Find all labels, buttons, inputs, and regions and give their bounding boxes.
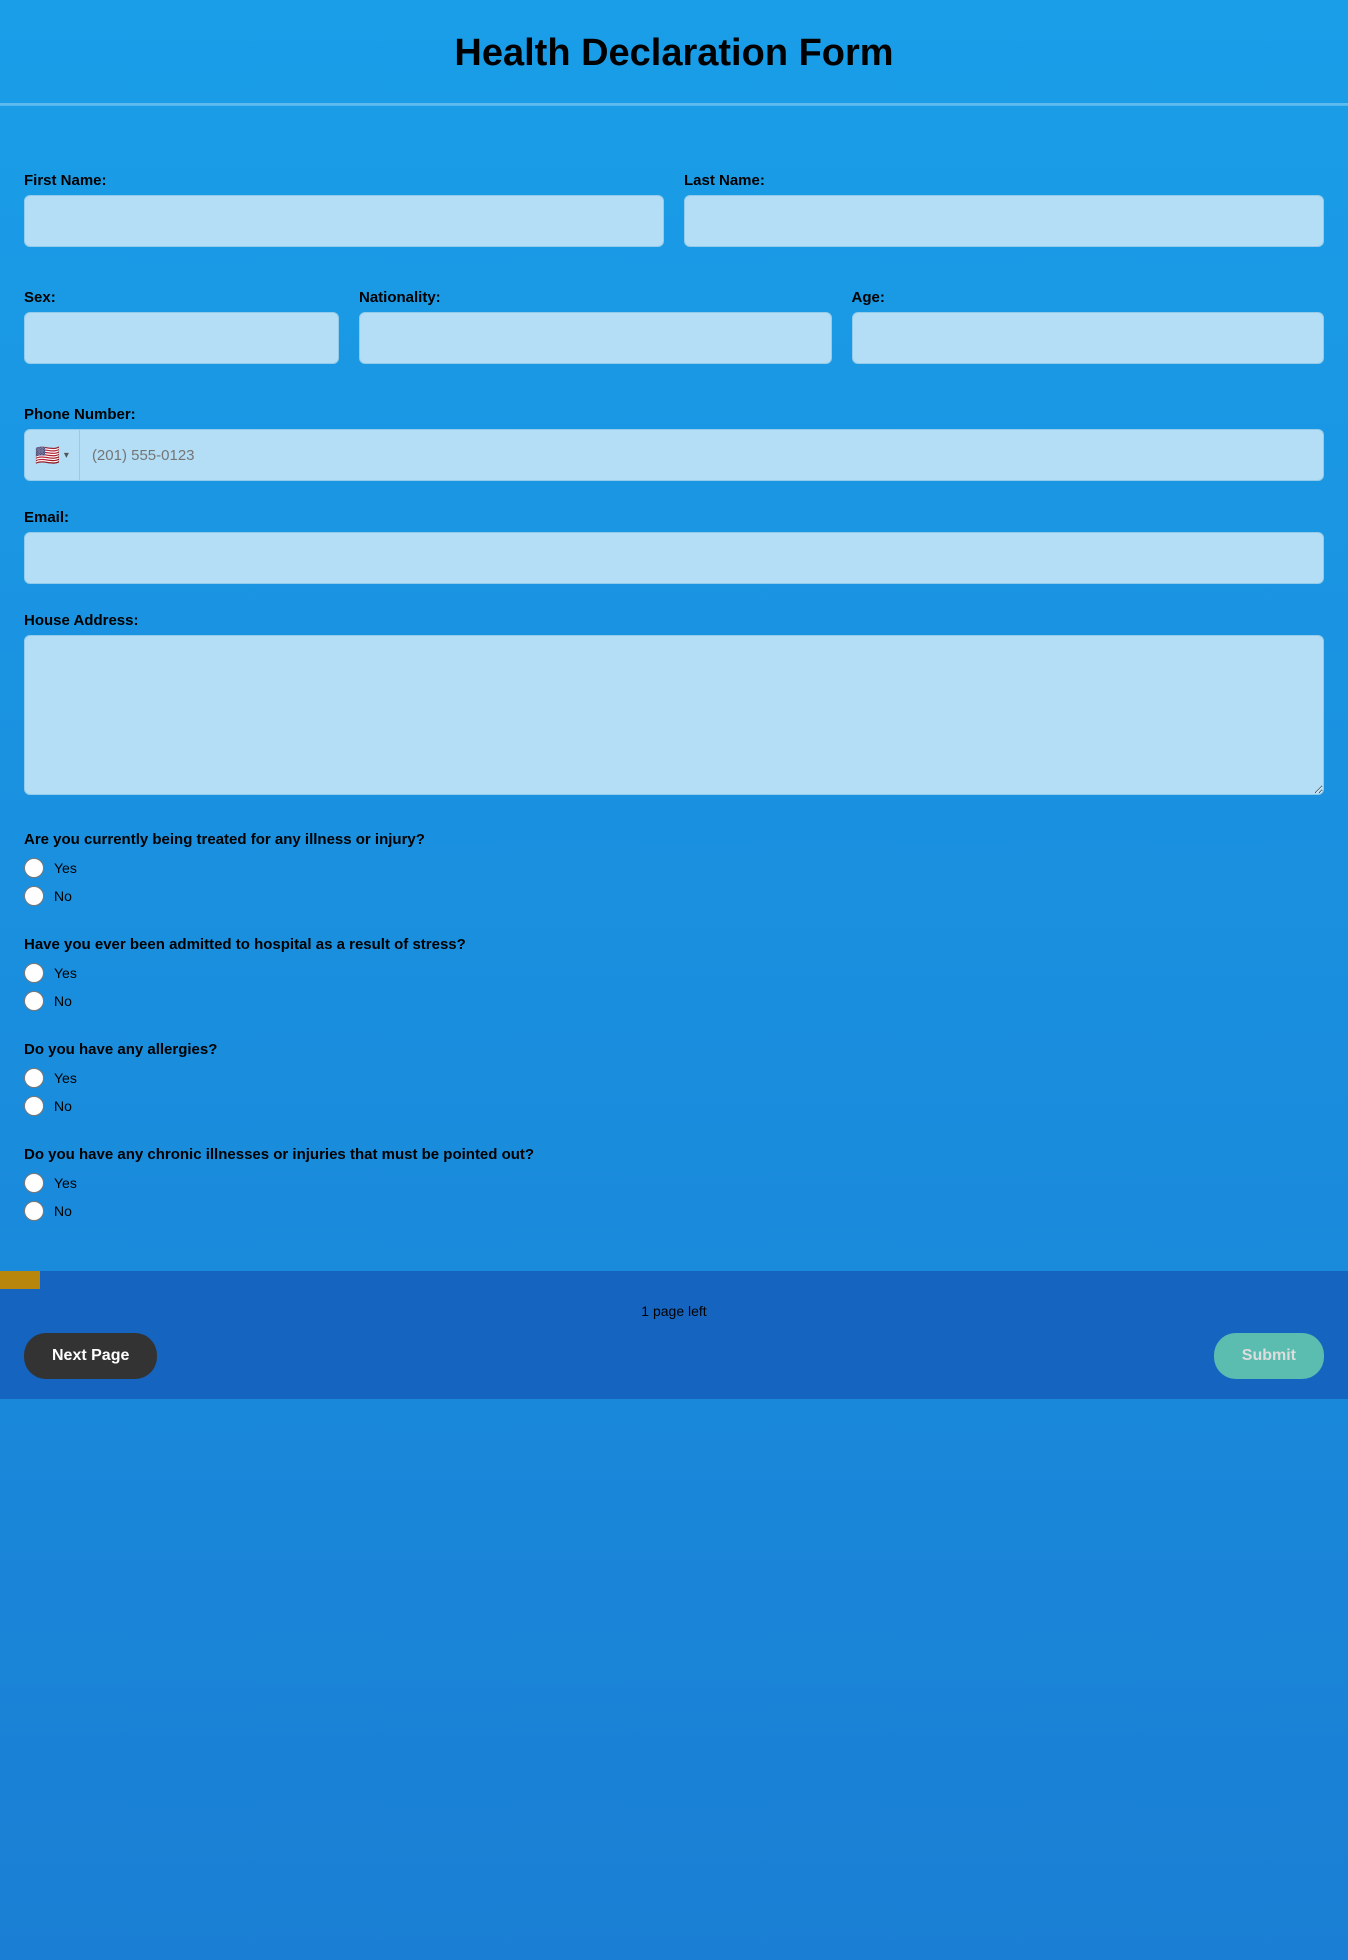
question-4-text: Do you have any chronic illnesses or inj… <box>24 1146 1324 1163</box>
question-4-section: Do you have any chronic illnesses or inj… <box>24 1146 1324 1221</box>
sex-input[interactable] <box>24 312 339 364</box>
question-4-no-radio[interactable] <box>24 1201 44 1221</box>
question-2-yes-label: Yes <box>54 965 77 981</box>
question-3-yes-label: Yes <box>54 1070 77 1086</box>
nationality-label: Nationality: <box>359 289 832 306</box>
last-name-label: Last Name: <box>684 172 1324 189</box>
email-label: Email: <box>24 509 1324 526</box>
first-name-label: First Name: <box>24 172 664 189</box>
question-1-yes-label: Yes <box>54 860 77 876</box>
question-1-yes-option[interactable]: Yes <box>24 858 1324 878</box>
question-3-yes-option[interactable]: Yes <box>24 1068 1324 1088</box>
question-3-no-radio[interactable] <box>24 1096 44 1116</box>
question-2-no-label: No <box>54 993 72 1009</box>
pages-left-text: 1 page left <box>24 1303 1324 1319</box>
next-page-button[interactable]: Next Page <box>24 1333 157 1379</box>
progress-bar-container <box>0 1271 1348 1289</box>
question-4-yes-option[interactable]: Yes <box>24 1173 1324 1193</box>
age-input[interactable] <box>852 312 1325 364</box>
question-2-text: Have you ever been admitted to hospital … <box>24 936 1324 953</box>
submit-button[interactable]: Submit <box>1214 1333 1324 1379</box>
question-3-text: Do you have any allergies? <box>24 1041 1324 1058</box>
phone-flag[interactable]: 🇺🇸 ▾ <box>25 430 80 480</box>
question-1-no-radio[interactable] <box>24 886 44 906</box>
address-textarea[interactable] <box>24 635 1324 795</box>
question-3-no-label: No <box>54 1098 72 1114</box>
question-1-section: Are you currently being treated for any … <box>24 831 1324 906</box>
question-4-no-option[interactable]: No <box>24 1201 1324 1221</box>
question-4-yes-label: Yes <box>54 1175 77 1191</box>
question-2-section: Have you ever been admitted to hospital … <box>24 936 1324 1011</box>
flag-icon: 🇺🇸 <box>35 443 60 468</box>
question-2-no-option[interactable]: No <box>24 991 1324 1011</box>
question-2-yes-radio[interactable] <box>24 963 44 983</box>
nationality-input[interactable] <box>359 312 832 364</box>
email-input[interactable] <box>24 532 1324 584</box>
sex-label: Sex: <box>24 289 339 306</box>
question-3-yes-radio[interactable] <box>24 1068 44 1088</box>
question-1-no-label: No <box>54 888 72 904</box>
question-3-no-option[interactable]: No <box>24 1096 1324 1116</box>
address-label: House Address: <box>24 612 1324 629</box>
page-title: Health Declaration Form <box>0 0 1348 105</box>
age-label: Age: <box>852 289 1325 306</box>
question-1-yes-radio[interactable] <box>24 858 44 878</box>
question-1-no-option[interactable]: No <box>24 886 1324 906</box>
question-2-no-radio[interactable] <box>24 991 44 1011</box>
first-name-input[interactable] <box>24 195 664 247</box>
question-3-section: Do you have any allergies? Yes No <box>24 1041 1324 1116</box>
question-2-yes-option[interactable]: Yes <box>24 963 1324 983</box>
question-4-no-label: No <box>54 1203 72 1219</box>
question-1-text: Are you currently being treated for any … <box>24 831 1324 848</box>
last-name-input[interactable] <box>684 195 1324 247</box>
phone-input[interactable] <box>80 430 1323 480</box>
phone-label: Phone Number: <box>24 406 1324 423</box>
flag-dropdown-arrow: ▾ <box>64 450 69 461</box>
question-4-yes-radio[interactable] <box>24 1173 44 1193</box>
progress-bar-fill <box>0 1271 40 1289</box>
phone-wrapper: 🇺🇸 ▾ <box>24 429 1324 481</box>
footer: 1 page left Next Page Submit <box>0 1289 1348 1399</box>
